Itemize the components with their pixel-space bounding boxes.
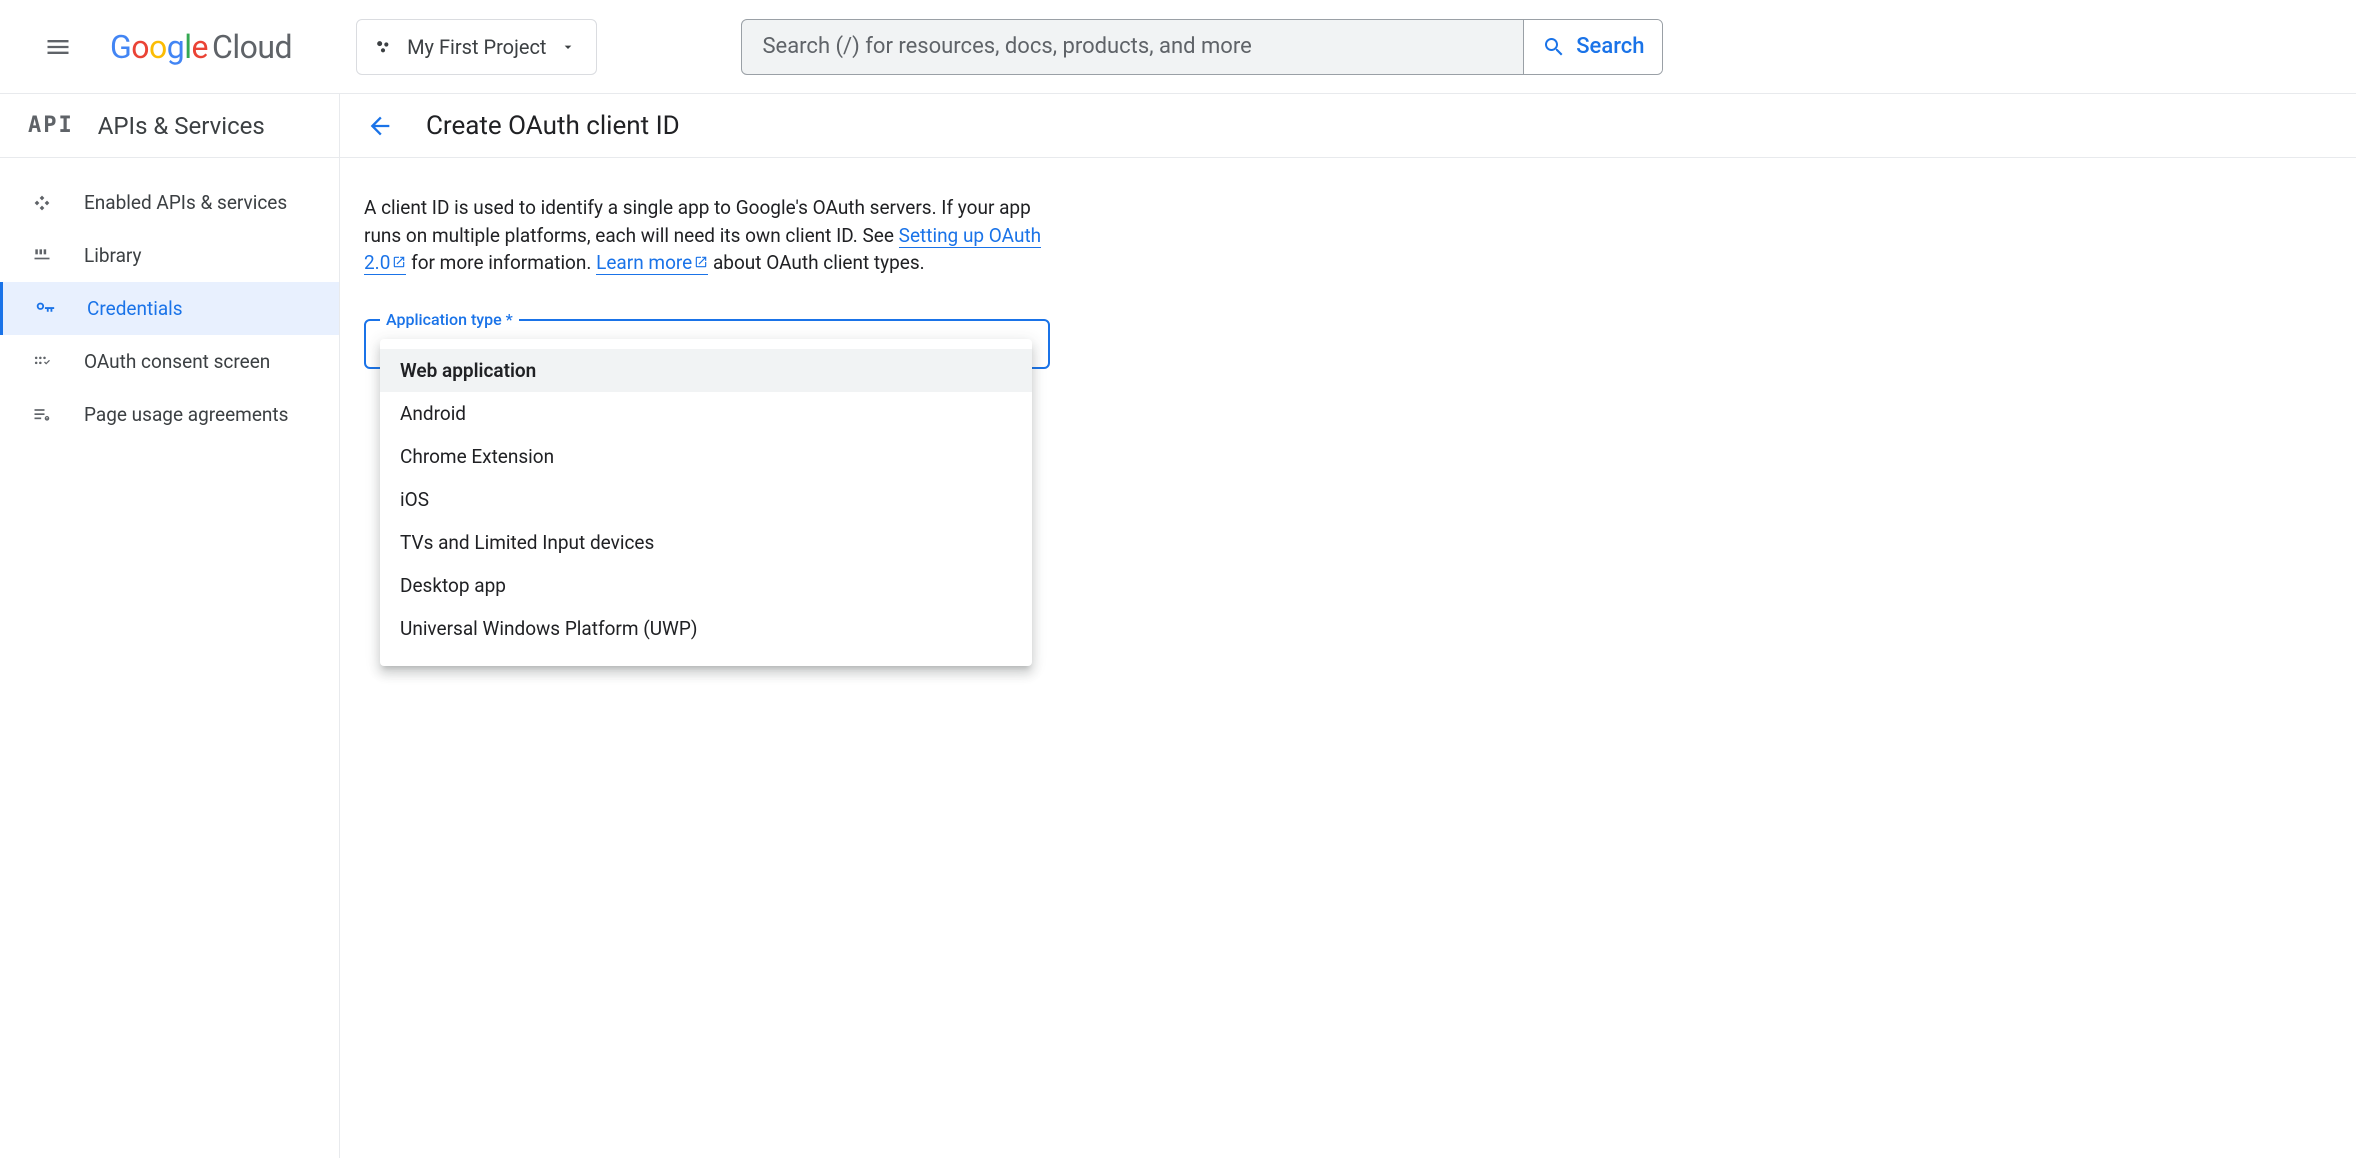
sidebar-item-label: Library	[84, 244, 142, 267]
content-area: API APIs & Services Enabled APIs & servi…	[0, 94, 2356, 1158]
project-picker-button[interactable]: My First Project	[356, 19, 597, 75]
consent-screen-icon	[30, 350, 54, 374]
description-text-3: about OAuth client types.	[713, 251, 925, 274]
dropdown-option[interactable]: Desktop app	[380, 564, 1032, 607]
sidebar-title: APIs & Services	[98, 112, 265, 140]
arrow-left-icon	[366, 112, 394, 140]
dropdown-option[interactable]: Android	[380, 392, 1032, 435]
search-bar: Search	[741, 19, 1663, 75]
dropdown-option[interactable]: Web application	[380, 349, 1032, 392]
hamburger-menu-button[interactable]	[34, 23, 82, 71]
dropdown-option[interactable]: iOS	[380, 478, 1032, 521]
sidebar-header[interactable]: API APIs & Services	[0, 94, 339, 158]
sidebar-item-library[interactable]: Library	[0, 229, 339, 282]
application-type-field-wrap: Application type * Web application Andro…	[364, 319, 1050, 369]
back-arrow-button[interactable]	[362, 108, 398, 144]
dropdown-option[interactable]: Universal Windows Platform (UWP)	[380, 607, 1032, 650]
description-text-2: for more information.	[411, 251, 596, 274]
sidebar-items: Enabled APIs & services Library Credenti…	[0, 158, 339, 441]
page-title: Create OAuth client ID	[426, 111, 680, 141]
application-type-label: Application type *	[380, 310, 519, 329]
project-scatter-icon	[373, 37, 393, 57]
search-input[interactable]	[742, 20, 1523, 74]
external-link-icon	[392, 249, 406, 277]
top-header: Google Cloud My First Project Search	[0, 0, 2356, 94]
search-button-label: Search	[1576, 34, 1644, 59]
key-icon	[33, 297, 57, 321]
sidebar: API APIs & Services Enabled APIs & servi…	[0, 94, 340, 1158]
sidebar-item-label: Page usage agreements	[84, 403, 288, 426]
dropdown-caret-icon	[560, 39, 576, 55]
logo-cloud-text: Cloud	[212, 28, 292, 66]
external-link-icon	[694, 249, 708, 277]
search-icon	[1542, 35, 1566, 59]
sidebar-item-enabled-apis[interactable]: Enabled APIs & services	[0, 176, 339, 229]
search-button[interactable]: Search	[1523, 20, 1662, 74]
sidebar-item-page-usage[interactable]: Page usage agreements	[0, 388, 339, 441]
google-cloud-logo[interactable]: Google Cloud	[110, 28, 292, 66]
diamond-icon	[30, 191, 54, 215]
api-section-icon: API	[28, 113, 74, 138]
sidebar-item-oauth-consent[interactable]: OAuth consent screen	[0, 335, 339, 388]
sidebar-item-label: OAuth consent screen	[84, 350, 270, 373]
project-name: My First Project	[407, 35, 546, 59]
dropdown-option[interactable]: TVs and Limited Input devices	[380, 521, 1032, 564]
link-learn-more[interactable]: Learn more	[596, 251, 708, 275]
agreements-icon	[30, 403, 54, 427]
sidebar-item-label: Enabled APIs & services	[84, 191, 287, 214]
application-type-dropdown-menu: Web application Android Chrome Extension…	[380, 339, 1032, 666]
sidebar-item-label: Credentials	[87, 297, 183, 320]
main-panel: Create OAuth client ID A client ID is us…	[340, 94, 2356, 1158]
hamburger-icon	[44, 33, 72, 61]
page-header: Create OAuth client ID	[340, 94, 2356, 158]
page-description: A client ID is used to identify a single…	[364, 194, 1044, 277]
dropdown-option[interactable]: Chrome Extension	[380, 435, 1032, 478]
library-icon	[30, 244, 54, 268]
sidebar-item-credentials[interactable]: Credentials	[0, 282, 339, 335]
